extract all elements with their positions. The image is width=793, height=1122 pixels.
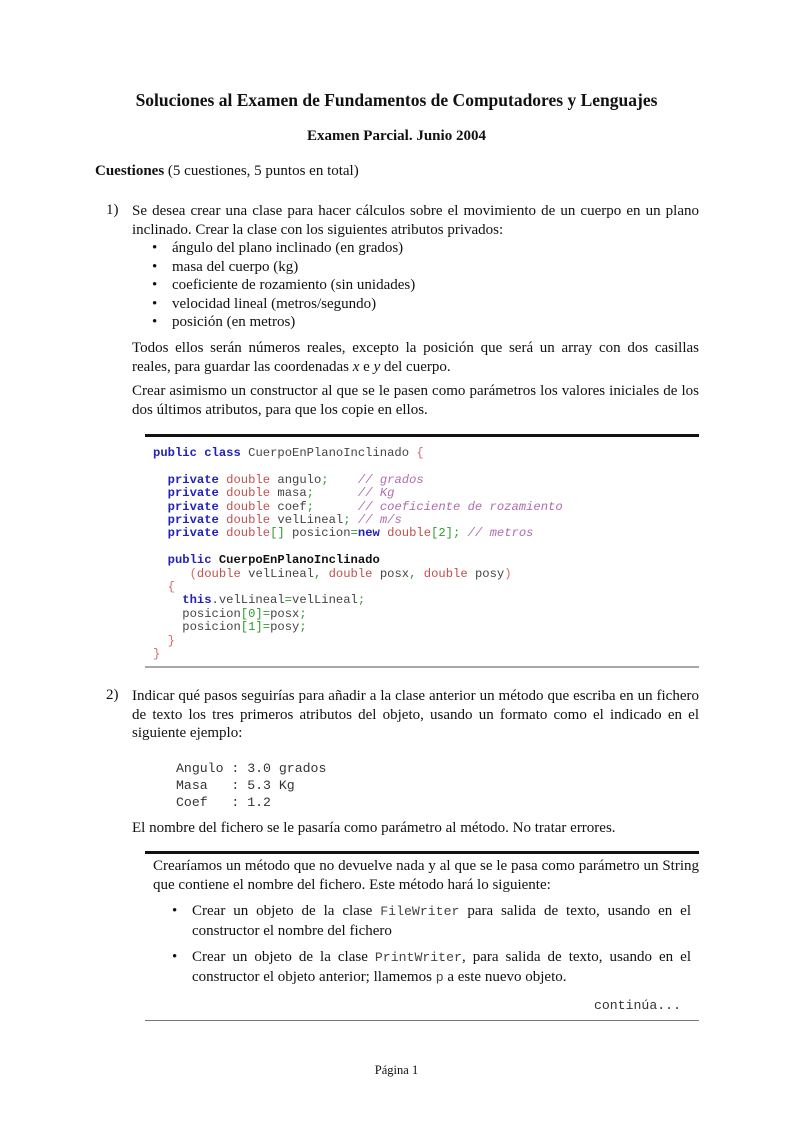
list-item: • coeficiente de rozamiento (sin unidades… — [152, 277, 416, 293]
answer-steps: • Crear un objeto de la clase FileWriter … — [172, 902, 691, 987]
answer-top-rule — [145, 851, 699, 854]
question-2-note: El nombre del fichero se le pasaría como… — [132, 820, 616, 836]
continues-label: continúa... — [593, 998, 681, 1013]
bullet-icon: • — [172, 949, 178, 965]
document-subtitle: Examen Parcial. Junio 2004 — [307, 128, 486, 144]
list-item: • Crear un objeto de la clase FileWriter … — [172, 903, 691, 939]
page-number: Página 1 — [374, 1063, 419, 1077]
list-item: • Crear un objeto de la clase PrintWriter… — [172, 949, 691, 985]
answer-intro: Crearíamos un método que no devuelve nad… — [153, 858, 699, 893]
answer-bottom-rule — [145, 1020, 699, 1021]
document-title: Soluciones al Examen de Fundamentos de C… — [135, 90, 658, 110]
example-line: Coef : 1.2 — [176, 795, 271, 811]
example-line: Masa : 5.3 Kg — [176, 778, 295, 794]
question-1-paragraph-2: Todos ellos serán números reales, except… — [132, 340, 699, 375]
list-item: • posición (en metros) — [152, 314, 296, 330]
question-1-intro: Se desea crear una clase para hacer cálc… — [132, 203, 699, 238]
bullet-icon: • — [152, 295, 158, 312]
list-item: • velocidad lineal (metros/segundo) — [152, 295, 377, 312]
section-title: Cuestiones — [95, 163, 165, 179]
attribute-list: • ángulo del plano inclinado (en grados) … — [152, 239, 652, 332]
question-2-number: 2) — [106, 687, 119, 703]
bullet-icon: • — [152, 240, 158, 256]
code-block: public class CuerpoEnPlanoInclinado { pr… — [153, 446, 563, 662]
question-1-number: 1) — [106, 202, 119, 218]
code-bottom-rule — [145, 666, 699, 668]
list-item: • masa del cuerpo (kg) — [152, 258, 299, 275]
list-item: • ángulo del plano inclinado (en grados) — [152, 240, 404, 256]
bullet-icon: • — [172, 903, 178, 919]
question-1-paragraph-3: Crear asimismo un constructor al que se … — [132, 383, 699, 418]
question-2-intro: Indicar qué pasos seguirías para añadir … — [132, 688, 699, 741]
bullet-icon: • — [152, 314, 158, 330]
bullet-icon: • — [152, 277, 158, 293]
output-example: Angulo : 3.0 grados Masa : 5.3 Kg Coef : 1… — [176, 760, 326, 812]
section-heading: Cuestiones (5 cuestiones, 5 puntos en to… — [95, 163, 359, 180]
code-top-rule — [145, 434, 699, 437]
example-line: Angulo : 3.0 grados — [176, 761, 327, 776]
bullet-icon: • — [152, 258, 158, 275]
section-note: (5 cuestiones, 5 puntos en total) — [164, 163, 359, 179]
